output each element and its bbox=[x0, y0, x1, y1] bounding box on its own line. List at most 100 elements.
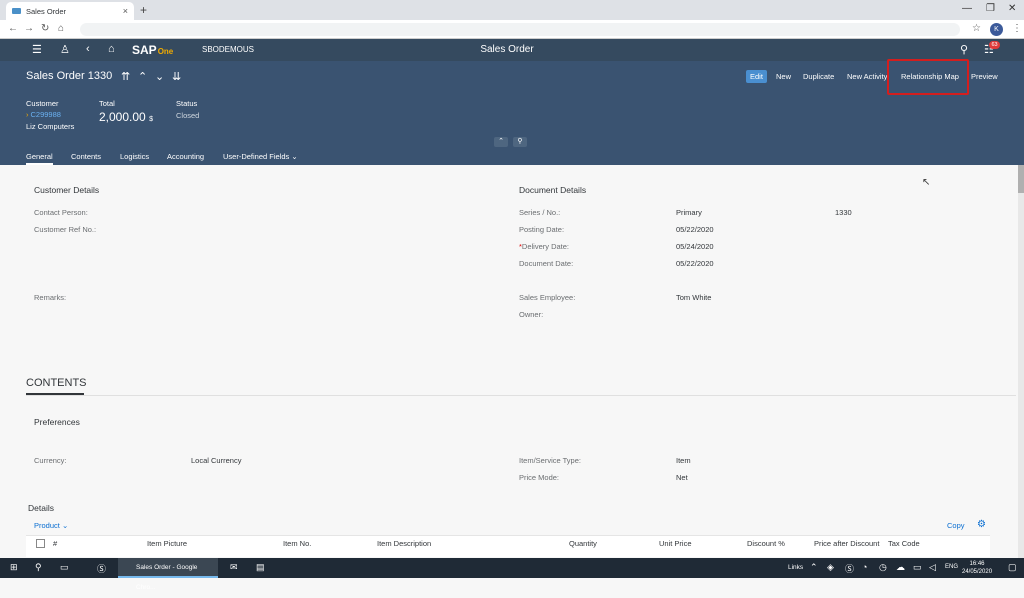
close-tab-icon[interactable]: × bbox=[123, 6, 128, 16]
owner-label: Owner: bbox=[519, 310, 544, 319]
windows-taskbar: ⊞ ⚲ ▭ Ⓢ Sales Order - Google Chro... ✉ ▤… bbox=[0, 558, 1024, 591]
language-indicator[interactable]: ENG bbox=[945, 564, 958, 570]
forward-icon[interactable]: → bbox=[24, 23, 34, 34]
file-explorer-icon[interactable]: ▤ bbox=[256, 562, 265, 573]
scrollbar[interactable] bbox=[1018, 165, 1024, 558]
copy-button[interactable]: Copy bbox=[947, 521, 965, 530]
edit-button[interactable]: Edit bbox=[746, 70, 767, 83]
chevron-down-icon: ⌄ bbox=[291, 152, 298, 161]
browser-tab-bar: Sales Order × + — ❐ ✕ bbox=[0, 0, 1024, 20]
details-title: Details bbox=[28, 503, 54, 513]
preview-button[interactable]: Preview bbox=[967, 70, 1002, 83]
previous-record-icon[interactable]: ⌃ bbox=[138, 70, 147, 83]
posting-date-value[interactable]: 05/22/2020 bbox=[676, 225, 714, 234]
series-number[interactable]: 1330 bbox=[835, 208, 852, 217]
sales-employee-label: Sales Employee: bbox=[519, 293, 576, 302]
select-all-checkbox[interactable] bbox=[36, 539, 45, 548]
first-record-icon[interactable]: ⇈ bbox=[121, 70, 130, 83]
search-icon[interactable]: ⚲ bbox=[960, 43, 968, 56]
remarks-label: Remarks: bbox=[34, 293, 67, 302]
links-toolbar[interactable]: Links bbox=[788, 564, 803, 571]
column-header[interactable]: Item Picture bbox=[147, 539, 187, 548]
last-record-icon[interactable]: ⇊ bbox=[172, 70, 181, 83]
browser-tab[interactable]: Sales Order × bbox=[6, 2, 134, 20]
tray-skype-icon[interactable]: Ⓢ bbox=[845, 562, 854, 575]
search-icon[interactable]: ⚲ bbox=[35, 562, 42, 573]
column-header[interactable]: Item No. bbox=[283, 539, 311, 548]
tray-expand-icon[interactable]: ⌃ bbox=[810, 562, 818, 573]
minimize-icon[interactable]: — bbox=[962, 3, 972, 14]
tab-general[interactable]: General bbox=[26, 152, 53, 165]
close-window-icon[interactable]: ✕ bbox=[1008, 3, 1016, 14]
profile-avatar[interactable]: K bbox=[990, 23, 1003, 36]
tray-display-icon[interactable]: ▭ bbox=[913, 562, 922, 573]
address-bar: ← → ↻ ⌂ ☆ K ⋮ bbox=[0, 20, 1024, 39]
new-button[interactable]: New bbox=[772, 70, 795, 83]
object-header: ☰ ♙ ‹ ⌂ SAPOne SBODEMOUS Sales Order ⚲ ☷… bbox=[0, 39, 1024, 165]
product-dropdown[interactable]: Product ⌄ bbox=[34, 521, 68, 530]
customer-details-title: Customer Details bbox=[34, 185, 100, 195]
notifications-center-icon[interactable]: ▢ bbox=[1008, 562, 1017, 573]
page-title: Sales Order 1330 bbox=[26, 70, 113, 82]
tray-network-icon[interactable]: ◷ bbox=[879, 562, 887, 573]
delivery-date-value[interactable]: 05/24/2020 bbox=[676, 242, 714, 251]
column-header[interactable]: Item Description bbox=[377, 539, 431, 548]
volume-icon[interactable]: ◁ bbox=[929, 562, 936, 573]
home-icon[interactable]: ⌂ bbox=[58, 23, 64, 34]
mouse-cursor-icon: ↖ bbox=[922, 177, 931, 188]
tab-logistics[interactable]: Logistics bbox=[120, 152, 149, 161]
url-field[interactable] bbox=[80, 23, 960, 36]
collapse-header-icon[interactable]: ⌃ bbox=[494, 137, 508, 147]
column-header[interactable]: # bbox=[53, 539, 57, 548]
sales-employee-value[interactable]: Tom White bbox=[676, 293, 711, 302]
outlook-icon[interactable]: ✉ bbox=[230, 562, 238, 573]
back-icon[interactable]: ← bbox=[8, 23, 18, 34]
new-activity-button[interactable]: New Activity bbox=[843, 70, 891, 83]
gear-icon[interactable]: ⚙ bbox=[977, 519, 986, 530]
column-header[interactable]: Quantity bbox=[569, 539, 597, 548]
column-header[interactable]: Unit Price bbox=[659, 539, 692, 548]
customer-name: Liz Computers bbox=[26, 122, 75, 131]
tray-sync-icon[interactable]: ◔ bbox=[862, 562, 867, 572]
next-record-icon[interactable]: ⌄ bbox=[155, 70, 164, 83]
windows-start-icon[interactable]: ⊞ bbox=[10, 562, 18, 573]
posting-date-label: Posting Date: bbox=[519, 225, 565, 234]
duplicate-button[interactable]: Duplicate bbox=[799, 70, 838, 83]
task-view-icon[interactable]: ▭ bbox=[60, 562, 69, 573]
item-type-label: Item/Service Type: bbox=[519, 456, 581, 465]
divider bbox=[26, 395, 1016, 396]
item-type-value[interactable]: Item bbox=[676, 456, 691, 465]
sap-favicon-icon bbox=[12, 8, 21, 14]
clock[interactable]: 16:46 24/05/2020 bbox=[962, 560, 992, 576]
chevron-right-icon: › bbox=[26, 110, 29, 119]
series-value[interactable]: Primary bbox=[676, 208, 702, 217]
pin-header-icon[interactable]: ⚲ bbox=[513, 137, 527, 147]
column-header[interactable]: Tax Code bbox=[888, 539, 920, 548]
taskbar-chrome-window[interactable]: Sales Order - Google Chro... bbox=[118, 558, 218, 591]
bookmark-star-icon[interactable]: ☆ bbox=[972, 23, 981, 34]
reload-icon[interactable]: ↻ bbox=[41, 23, 49, 34]
skype-icon[interactable]: Ⓢ bbox=[97, 562, 106, 575]
delivery-date-label: *Delivery Date: bbox=[519, 242, 570, 251]
tab-user-defined-fields[interactable]: User-Defined Fields ⌄ bbox=[223, 152, 298, 161]
status-value: Closed bbox=[176, 111, 200, 120]
scrollbar-thumb[interactable] bbox=[1018, 165, 1024, 193]
customer-code-link[interactable]: › C299988 bbox=[26, 110, 61, 119]
tab-accounting[interactable]: Accounting bbox=[167, 152, 204, 161]
chevron-down-icon: ⌄ bbox=[61, 521, 69, 530]
tab-contents[interactable]: Contents bbox=[71, 152, 101, 161]
shell-bar: ☰ ♙ ‹ ⌂ SAPOne SBODEMOUS Sales Order ⚲ ☷… bbox=[0, 39, 1024, 61]
maximize-icon[interactable]: ❐ bbox=[986, 3, 995, 14]
tray-app-icon[interactable]: ◈ bbox=[827, 562, 834, 573]
price-mode-value[interactable]: Net bbox=[676, 473, 688, 482]
currency-value[interactable]: Local Currency bbox=[191, 456, 241, 465]
price-mode-label: Price Mode: bbox=[519, 473, 560, 482]
total-value: 2,000.00 $ bbox=[99, 110, 153, 124]
column-header[interactable]: Price after Discount bbox=[814, 539, 879, 548]
column-header[interactable]: Discount % bbox=[747, 539, 785, 548]
series-label: Series / No.: bbox=[519, 208, 561, 217]
document-date-value[interactable]: 05/22/2020 bbox=[676, 259, 714, 268]
tray-cloud-icon[interactable]: ☁ bbox=[896, 562, 905, 573]
new-tab-icon[interactable]: + bbox=[140, 3, 147, 17]
browser-menu-icon[interactable]: ⋮ bbox=[1012, 23, 1022, 34]
